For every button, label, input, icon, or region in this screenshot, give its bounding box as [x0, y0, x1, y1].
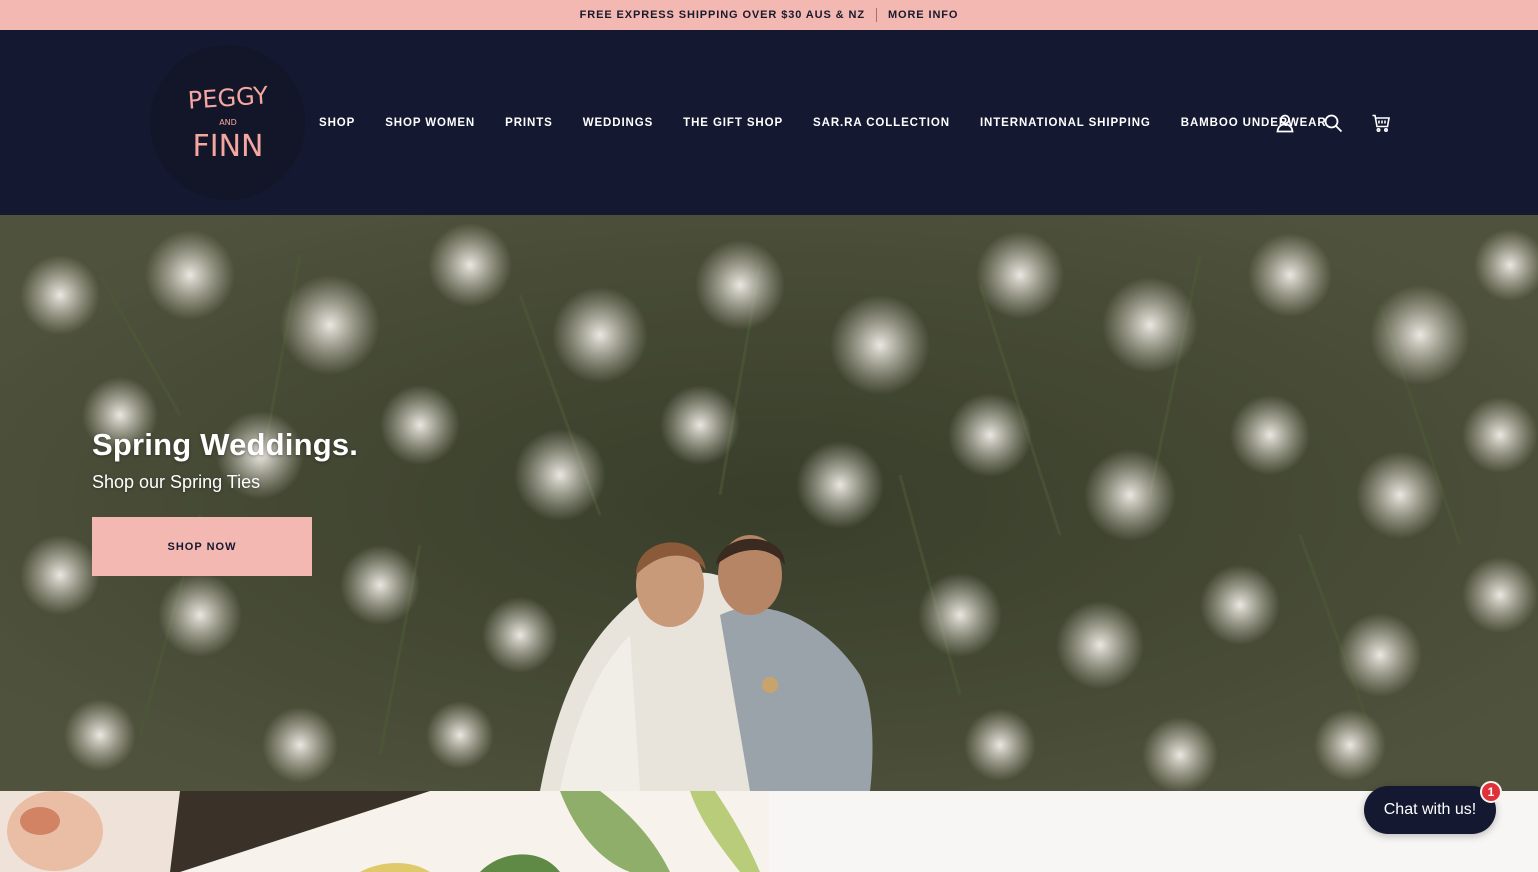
more-info-link[interactable]: MORE INFO — [888, 9, 958, 21]
logo-mark: PEGGY AND FINN — [188, 81, 268, 164]
shop-now-button[interactable]: SHOP NOW — [92, 517, 312, 576]
chat-button[interactable]: Chat with us! — [1364, 786, 1496, 834]
nav-international-shipping[interactable]: INTERNATIONAL SHIPPING — [980, 117, 1151, 129]
hero-title: Spring Weddings. — [92, 427, 359, 462]
announcement-text: FREE EXPRESS SHIPPING OVER $30 AUS & NZ — [579, 9, 865, 21]
main-nav: SHOP SHOP WOMEN PRINTS WEDDINGS THE GIFT… — [319, 30, 1357, 215]
nav-shop-women[interactable]: SHOP WOMEN — [385, 117, 475, 129]
hero-text: Spring Weddings. Shop our Spring Ties — [92, 427, 358, 493]
nav-the-gift-shop[interactable]: THE GIFT SHOP — [683, 117, 783, 129]
nav-shop[interactable]: SHOP — [319, 117, 355, 129]
logo[interactable]: PEGGY AND FINN — [150, 45, 305, 200]
hero-subtitle: Shop our Spring Ties — [92, 472, 261, 492]
nav-weddings[interactable]: WEDDINGS — [583, 117, 653, 129]
account-icon[interactable] — [1274, 112, 1296, 134]
nav-prints[interactable]: PRINTS — [505, 117, 553, 129]
header-icons — [1274, 30, 1392, 215]
hero-image — [0, 215, 1538, 791]
logo-word-and: AND — [219, 118, 237, 127]
cart-icon[interactable] — [1370, 112, 1392, 134]
logo-word-finn: FINN — [192, 129, 263, 164]
site-header: PEGGY AND FINN SHOP SHOP WOMEN PRINTS WE… — [0, 30, 1538, 215]
collection-tile-left[interactable] — [0, 791, 769, 872]
chat-notification-badge: 1 — [1480, 781, 1502, 803]
search-icon[interactable] — [1322, 112, 1344, 134]
hero-banner: Spring Weddings. Shop our Spring Ties SH… — [0, 215, 1538, 791]
chat-label: Chat with us! — [1383, 801, 1477, 818]
nav-sarra-collection[interactable]: SAR.RA COLLECTION — [813, 117, 950, 129]
announcement-divider — [875, 8, 877, 22]
announcement-bar: FREE EXPRESS SHIPPING OVER $30 AUS & NZ … — [0, 0, 1538, 30]
collection-image-left — [0, 791, 769, 872]
logo-word-peggy: PEGGY — [188, 81, 268, 115]
